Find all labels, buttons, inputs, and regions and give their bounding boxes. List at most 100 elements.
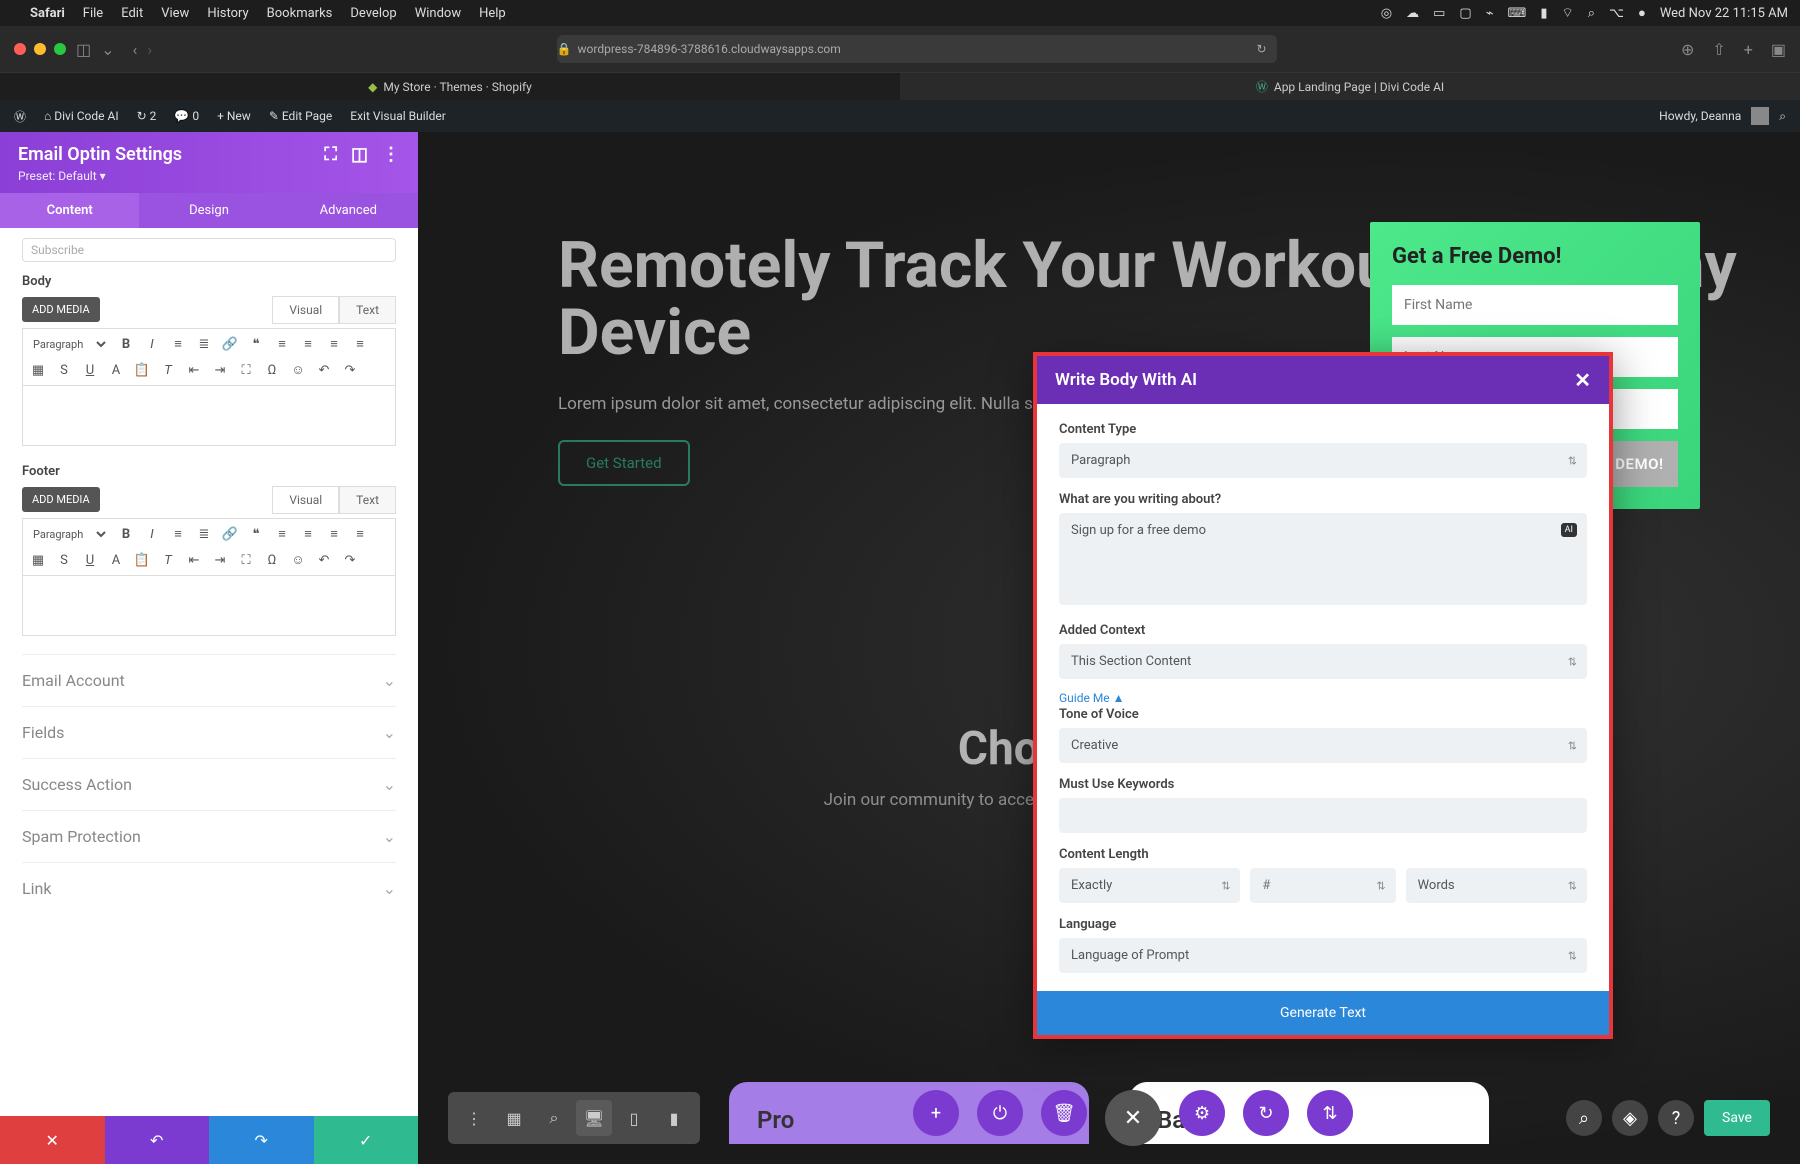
ai-badge[interactable]: AI (1561, 523, 1577, 537)
help-icon[interactable]: ? (1658, 1100, 1694, 1136)
search-icon[interactable]: ⌕ (1779, 109, 1786, 124)
paste-icon[interactable]: 📋 (133, 361, 151, 379)
ul-icon[interactable]: ≡ (169, 525, 187, 543)
strike-icon[interactable]: S (55, 551, 73, 569)
howdy-text[interactable]: Howdy, Deanna (1659, 109, 1741, 123)
length-number-input[interactable] (1250, 868, 1395, 903)
menu-develop[interactable]: Develop (350, 6, 396, 21)
close-button[interactable]: ✕ (1105, 1090, 1161, 1146)
keyboard-icon[interactable]: ⌨ (1508, 6, 1527, 21)
status-icon[interactable]: ☁ (1406, 6, 1419, 21)
save-button[interactable]: Save (1704, 1100, 1770, 1136)
ul-icon[interactable]: ≡ (169, 335, 187, 353)
table-icon[interactable]: ▦ (29, 551, 47, 569)
history-icon[interactable]: ↻ (1243, 1090, 1289, 1136)
preset-selector[interactable]: Preset: Default ▾ (18, 169, 400, 183)
accordion-link[interactable]: Link⌄ (22, 862, 396, 914)
search-icon[interactable]: ⌕ (1588, 6, 1595, 21)
italic-icon[interactable]: I (143, 335, 161, 353)
tone-select[interactable]: Creative (1059, 728, 1587, 763)
browser-tab[interactable]: ◆ My Store · Themes · Shopify (0, 72, 900, 100)
accordion-spam-protection[interactable]: Spam Protection⌄ (22, 810, 396, 862)
italic-icon[interactable]: I (143, 525, 161, 543)
cancel-button[interactable]: ✕ (0, 1116, 105, 1164)
clock[interactable]: Wed Nov 22 11:15 AM (1660, 6, 1788, 21)
add-button[interactable]: + (913, 1090, 959, 1136)
page-canvas[interactable]: Remotely Track Your Workouts From Any De… (418, 132, 1800, 1164)
table-icon[interactable]: ▦ (29, 361, 47, 379)
omega-icon[interactable]: Ω (263, 551, 281, 569)
add-media-button[interactable]: ADD MEDIA (22, 487, 100, 512)
color-icon[interactable]: A (107, 361, 125, 379)
sidebar-icon[interactable]: ◫ (76, 40, 91, 59)
redo-icon[interactable]: ↷ (341, 361, 359, 379)
expand-icon[interactable]: ⛶ (324, 144, 337, 165)
footer-editor[interactable] (22, 576, 396, 636)
align-right-icon[interactable]: ≡ (325, 335, 343, 353)
comments-icon[interactable]: 💬 0 (174, 109, 199, 123)
undo-button[interactable]: ↶ (105, 1116, 210, 1164)
zoom-icon[interactable]: ⌕ (536, 1100, 572, 1136)
fullscreen-icon[interactable]: ⛶ (237, 551, 255, 569)
edit-page-button[interactable]: ✎ Edit Page (269, 109, 332, 123)
quote-icon[interactable]: ❝ (247, 335, 265, 353)
length-unit-select[interactable]: Words (1406, 868, 1587, 903)
accordion-email-account[interactable]: Email Account⌄ (22, 654, 396, 706)
align-left-icon[interactable]: ≡ (273, 335, 291, 353)
desktop-icon[interactable]: 🖥 (576, 1100, 612, 1136)
context-select[interactable]: This Section Content (1059, 644, 1587, 679)
indent-icon[interactable]: ⇥ (211, 361, 229, 379)
close-window[interactable] (14, 43, 26, 55)
more-icon[interactable]: ⋮ (382, 144, 400, 165)
link-icon[interactable]: 🔗 (221, 335, 239, 353)
battery-icon[interactable]: ▮ (1540, 6, 1547, 21)
status-icon[interactable]: ◎ (1381, 6, 1392, 21)
emoji-icon[interactable]: ☺ (289, 361, 307, 379)
gear-icon[interactable]: ⚙ (1179, 1090, 1225, 1136)
wp-logo-icon[interactable]: Ⓦ (14, 108, 26, 125)
body-editor[interactable] (22, 386, 396, 446)
siri-icon[interactable]: ● (1638, 5, 1646, 21)
align-left-icon[interactable]: ≡ (273, 525, 291, 543)
control-center-icon[interactable]: ⌥ (1609, 6, 1624, 21)
menu-file[interactable]: File (83, 6, 103, 21)
trash-icon[interactable]: 🗑 (1041, 1090, 1087, 1136)
redo-icon[interactable]: ↷ (341, 551, 359, 569)
menu-bookmarks[interactable]: Bookmarks (267, 6, 333, 21)
subscribe-input[interactable]: Subscribe (22, 238, 396, 262)
avatar[interactable] (1751, 107, 1769, 125)
chevron-down-icon[interactable]: ⌄ (101, 40, 114, 59)
undo-icon[interactable]: ↶ (315, 551, 333, 569)
outdent-icon[interactable]: ⇤ (185, 361, 203, 379)
close-icon[interactable]: ✕ (1574, 368, 1591, 392)
window-controls[interactable] (14, 43, 66, 55)
new-button[interactable]: + New (217, 109, 251, 123)
underline-icon[interactable]: U (81, 551, 99, 569)
align-center-icon[interactable]: ≡ (299, 525, 317, 543)
tabs-icon[interactable]: ▣ (1771, 40, 1786, 59)
first-name-input[interactable] (1392, 285, 1678, 325)
bold-icon[interactable]: B (117, 525, 135, 543)
folder-icon[interactable]: ▭ (1433, 6, 1445, 21)
layers-icon[interactable]: ◈ (1612, 1100, 1648, 1136)
editor-tab-visual[interactable]: Visual (272, 486, 339, 514)
bluetooth-icon[interactable]: ⌁ (1486, 6, 1494, 21)
wireframe-icon[interactable]: ▦ (496, 1100, 532, 1136)
editor-tab-text[interactable]: Text (339, 486, 396, 514)
columns-icon[interactable]: ◫ (351, 144, 368, 165)
language-select[interactable]: Language of Prompt (1059, 938, 1587, 973)
emoji-icon[interactable]: ☺ (289, 551, 307, 569)
screen-icon[interactable]: ▢ (1459, 6, 1471, 21)
share-icon[interactable]: ⇧ (1712, 40, 1725, 59)
align-right-icon[interactable]: ≡ (325, 525, 343, 543)
app-name[interactable]: Safari (30, 6, 65, 21)
omega-icon[interactable]: Ω (263, 361, 281, 379)
generate-button[interactable]: Generate Text (1037, 991, 1609, 1035)
keywords-input[interactable] (1059, 798, 1587, 833)
ol-icon[interactable]: ≣ (195, 525, 213, 543)
tab-design[interactable]: Design (139, 193, 278, 228)
clear-icon[interactable]: T (159, 551, 177, 569)
download-icon[interactable]: ⊕ (1681, 40, 1694, 59)
indent-icon[interactable]: ⇥ (211, 551, 229, 569)
redo-button[interactable]: ↷ (209, 1116, 314, 1164)
